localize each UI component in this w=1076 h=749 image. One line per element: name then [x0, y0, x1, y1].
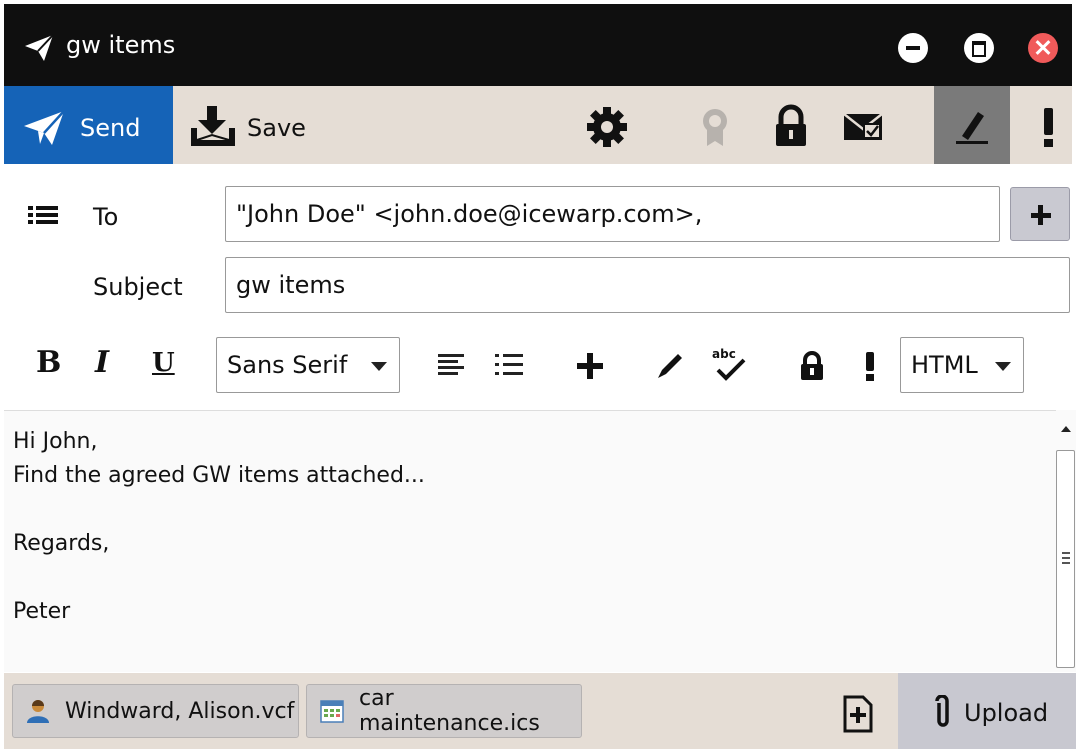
- save-button[interactable]: Save: [173, 86, 323, 164]
- encrypt-lock-icon[interactable]: [798, 350, 826, 382]
- compose-toolbar: Send Save: [4, 86, 1072, 164]
- save-icon: [191, 106, 235, 146]
- attachments-bar: Windward, Alison.vcf car maintenance.ics…: [4, 673, 1076, 749]
- new-attachment-icon[interactable]: [842, 694, 874, 734]
- svg-text:abc: abc: [712, 347, 736, 361]
- scroll-thumb[interactable]: [1056, 450, 1075, 668]
- importance-icon[interactable]: [858, 350, 882, 382]
- attachment-chip[interactable]: car maintenance.ics: [306, 684, 582, 738]
- to-label: To: [93, 203, 119, 231]
- paperclip-icon: [935, 695, 949, 727]
- read-receipt-icon[interactable]: [840, 104, 886, 150]
- attachment-name: Windward, Alison.vcf: [65, 698, 295, 724]
- signature-button[interactable]: [934, 86, 1010, 164]
- maximize-button[interactable]: [964, 33, 994, 63]
- minimize-button[interactable]: [898, 33, 928, 63]
- body-line: [13, 493, 1047, 527]
- lock-icon[interactable]: [768, 104, 814, 150]
- grip-icon: [1062, 552, 1070, 564]
- spellcheck-icon[interactable]: abc: [710, 344, 748, 384]
- font-family-value: Sans Serif: [227, 351, 348, 379]
- send-icon: [24, 110, 65, 145]
- calendar-icon: [320, 700, 344, 723]
- certificate-icon[interactable]: [692, 104, 738, 150]
- close-button[interactable]: [1028, 33, 1058, 63]
- chevron-down-icon: [995, 362, 1011, 371]
- body-line: Find the agreed GW items attached...: [13, 463, 425, 488]
- underline-button[interactable]: U: [152, 348, 175, 378]
- pencil-icon[interactable]: [654, 350, 686, 382]
- upload-label: Upload: [964, 699, 1049, 727]
- window-title: gw items: [66, 31, 176, 59]
- body-line: Regards,: [13, 531, 110, 556]
- body-scrollbar[interactable]: [1056, 410, 1076, 672]
- chevron-down-icon: [371, 362, 387, 371]
- to-field[interactable]: "John Doe" <john.doe@icewarp.com>,: [225, 186, 1000, 242]
- subject-value: gw items: [236, 271, 346, 299]
- scroll-up-icon[interactable]: [1061, 426, 1071, 432]
- align-left-icon[interactable]: [436, 352, 466, 378]
- message-body[interactable]: Hi John, Find the agreed GW items attache…: [4, 410, 1056, 672]
- subject-field[interactable]: gw items: [225, 257, 1070, 313]
- bold-button[interactable]: B: [36, 345, 61, 380]
- add-recipient-button[interactable]: [1010, 187, 1070, 241]
- bulleted-list-icon[interactable]: [494, 352, 524, 378]
- upload-button[interactable]: Upload: [898, 673, 1076, 749]
- contacts-list-icon[interactable]: [28, 203, 58, 227]
- body-line: Peter: [13, 599, 71, 624]
- send-button[interactable]: Send: [4, 86, 173, 164]
- save-label: Save: [247, 114, 306, 142]
- paper-plane-icon: [25, 34, 54, 61]
- signature-pen-icon: [956, 112, 988, 144]
- title-bar: gw items: [4, 4, 1072, 86]
- body-line: [13, 561, 1047, 595]
- format-mode-value: HTML: [911, 351, 978, 379]
- priority-icon[interactable]: [1026, 104, 1072, 150]
- subject-label: Subject: [93, 273, 183, 301]
- gear-icon[interactable]: [584, 104, 630, 150]
- attachment-chip[interactable]: Windward, Alison.vcf: [12, 684, 299, 738]
- font-family-select[interactable]: Sans Serif: [216, 337, 400, 393]
- contact-icon: [27, 700, 49, 723]
- attachment-name: car maintenance.ics: [359, 686, 540, 736]
- send-label: Send: [80, 114, 141, 142]
- insert-icon[interactable]: [574, 350, 606, 382]
- body-line: Hi John,: [13, 429, 98, 454]
- to-value: "John Doe" <john.doe@icewarp.com>,: [236, 200, 703, 228]
- format-mode-select[interactable]: HTML: [900, 337, 1024, 393]
- italic-button[interactable]: I: [95, 345, 109, 380]
